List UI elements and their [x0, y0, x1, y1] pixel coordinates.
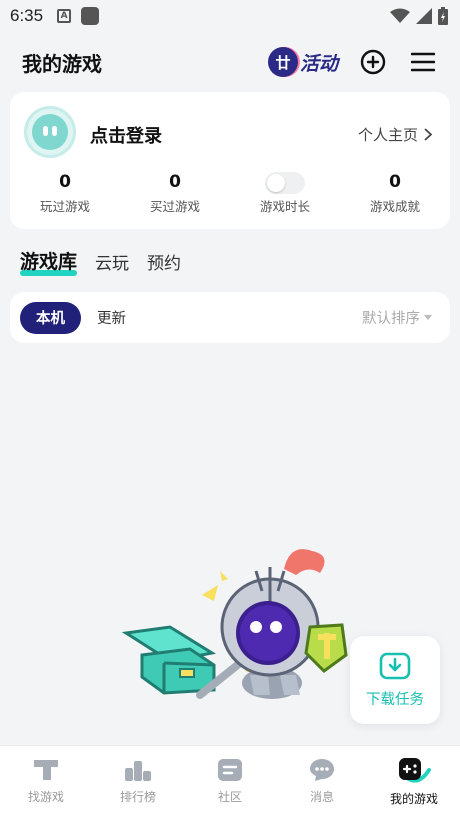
nav-item-messages[interactable]: 消息 [276, 746, 368, 817]
page-title: 我的游戏 [22, 51, 102, 76]
event-logo-icon: 廿 [267, 47, 298, 77]
stat-value: 0 [389, 172, 401, 192]
nav-item-rankings[interactable]: 排行榜 [92, 746, 184, 817]
filter-bar: 本机 更新 默认排序 [10, 292, 450, 343]
stat-played[interactable]: 0 玩过游戏 [10, 172, 120, 215]
stat-label: 买过游戏 [149, 199, 200, 214]
plus-circle-icon [360, 49, 386, 75]
update-filter-chip[interactable]: 更新 [97, 307, 126, 328]
status-time: 6:35 [10, 6, 44, 25]
wifi-icon [390, 8, 410, 23]
local-filter-chip[interactable]: 本机 [20, 301, 81, 334]
empty-state-illustration [121, 549, 348, 699]
nav-label: 我的游戏 [389, 792, 438, 806]
stat-value: 0 [169, 172, 181, 192]
stat-bought[interactable]: 0 买过游戏 [120, 172, 230, 215]
sort-dropdown[interactable]: 默认排序 [362, 307, 440, 328]
message-icon [310, 759, 334, 781]
bottom-navigation: 找游戏 排行榜 社区 消息 我的游戏 [0, 745, 460, 817]
nav-label: 消息 [309, 790, 334, 804]
menu-button[interactable] [408, 47, 438, 77]
avatar-face-icon [32, 114, 68, 150]
download-tasks-label: 下载任务 [366, 691, 424, 708]
library-tabs: 游戏库 云玩 预约 [20, 246, 181, 276]
tab-label: 预约 [147, 254, 182, 274]
nav-label: 社区 [217, 790, 242, 804]
signal-icon [416, 8, 432, 24]
nav-label: 找游戏 [27, 790, 64, 804]
download-tasks-button[interactable]: 下载任务 [350, 636, 440, 724]
nav-item-find-games[interactable]: 找游戏 [0, 746, 92, 817]
event-button[interactable]: 廿 活动 [267, 45, 338, 79]
tab-cloud-play[interactable]: 云玩 [95, 249, 129, 276]
caret-down-icon [424, 314, 432, 320]
top-header: 我的游戏 廿 活动 [0, 40, 460, 84]
avatar[interactable] [24, 106, 76, 158]
sort-label: 默认排序 [362, 311, 420, 327]
stats-row: 0 玩过游戏 0 买过游戏 游戏时长 0 游戏成就 [10, 172, 450, 215]
homepage-link-label: 个人主页 [357, 126, 418, 144]
nav-item-my-games[interactable]: 我的游戏 [368, 746, 460, 817]
hamburger-menu-icon [411, 52, 435, 72]
stat-achievements[interactable]: 0 游戏成就 [340, 172, 450, 215]
playtime-toggle[interactable] [265, 172, 305, 194]
login-prompt[interactable]: 点击登录 [90, 122, 162, 148]
stat-playtime[interactable]: 游戏时长 [230, 172, 340, 215]
nav-label: 排行榜 [119, 790, 156, 804]
stat-value: 0 [59, 172, 71, 192]
treasure-chest-icon [121, 625, 217, 695]
tab-label: 云玩 [95, 254, 130, 274]
tab-label: 游戏库 [20, 251, 78, 273]
status-bar: 6:35 A [0, 0, 460, 32]
stat-label: 游戏时长 [259, 199, 310, 214]
stat-label: 玩过游戏 [39, 199, 90, 214]
homepage-link[interactable]: 个人主页 [358, 124, 432, 145]
gamepad-icon [399, 758, 431, 783]
chevron-right-icon [424, 128, 432, 141]
event-label: 活动 [299, 52, 338, 75]
podium-icon [125, 761, 151, 781]
nav-item-community[interactable]: 社区 [184, 746, 276, 817]
stat-label: 游戏成就 [369, 199, 420, 214]
community-icon [218, 759, 242, 781]
profile-card: 点击登录 个人主页 0 玩过游戏 0 买过游戏 游戏时长 0 游戏成就 [10, 92, 450, 229]
download-icon [379, 652, 411, 679]
tab-reservations[interactable]: 预约 [147, 249, 181, 276]
app-notification-icon [81, 7, 100, 25]
add-button[interactable] [358, 47, 388, 77]
battery-icon [438, 7, 448, 25]
tab-library[interactable]: 游戏库 [20, 247, 78, 276]
accessibility-indicator-icon: A [57, 9, 72, 23]
hammer-icon [34, 760, 58, 780]
